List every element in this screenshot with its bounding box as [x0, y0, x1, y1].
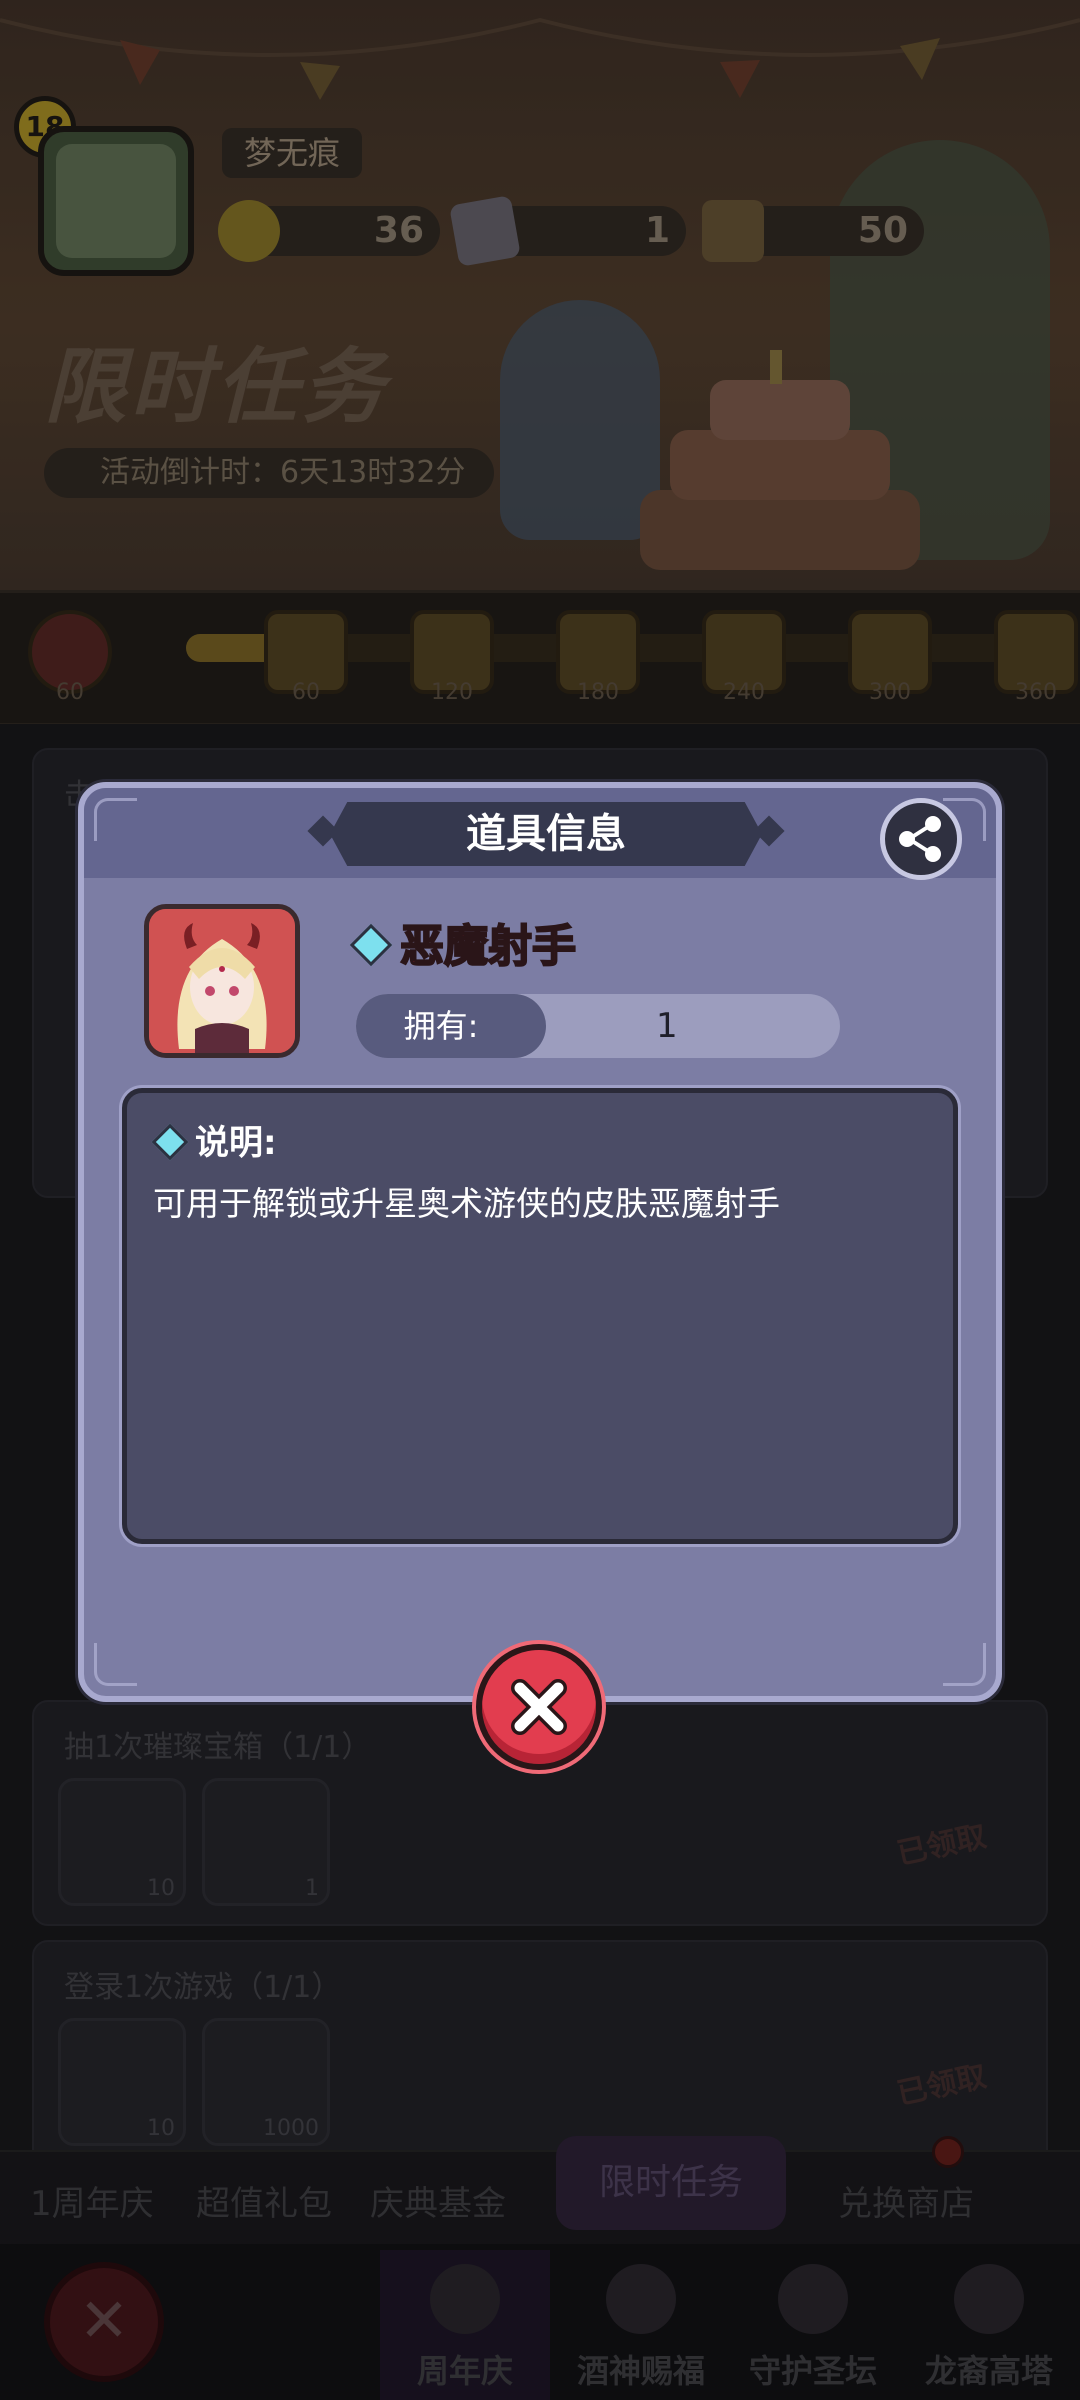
- share-button[interactable]: [880, 798, 962, 880]
- gem-icon: [151, 1123, 189, 1161]
- corner-ornament: [94, 798, 137, 841]
- share-icon: [899, 816, 941, 862]
- owned-value: 1: [656, 1006, 678, 1046]
- dialog-title: 道具信息: [466, 811, 626, 857]
- description-title: 说明:: [195, 1123, 277, 1163]
- owned-label: 拥有:: [403, 1007, 479, 1045]
- gem-icon: [349, 923, 393, 967]
- item-name: 恶魔射手: [399, 920, 577, 973]
- corner-ornament: [94, 1643, 137, 1686]
- owned-count-bar: 拥有: 1: [356, 994, 840, 1058]
- corner-ornament: [943, 1643, 986, 1686]
- item-portrait: [144, 904, 300, 1058]
- demon-archer-portrait-icon: [149, 909, 295, 1053]
- close-dialog-button[interactable]: [476, 1644, 602, 1770]
- close-icon: [511, 1679, 567, 1735]
- description-panel: 说明: 可用于解锁或升星奥术游侠的皮肤恶魔射手: [122, 1088, 958, 1544]
- item-info-dialog: 道具信息 恶魔射手 拥有: 1 说明: 可用于解锁或升星奥术游侠的皮肤恶魔射手: [78, 782, 1002, 1702]
- description-text: 可用于解锁或升星奥术游侠的皮肤恶魔射手: [153, 1184, 780, 1223]
- dialog-title-plate: 道具信息: [330, 802, 762, 866]
